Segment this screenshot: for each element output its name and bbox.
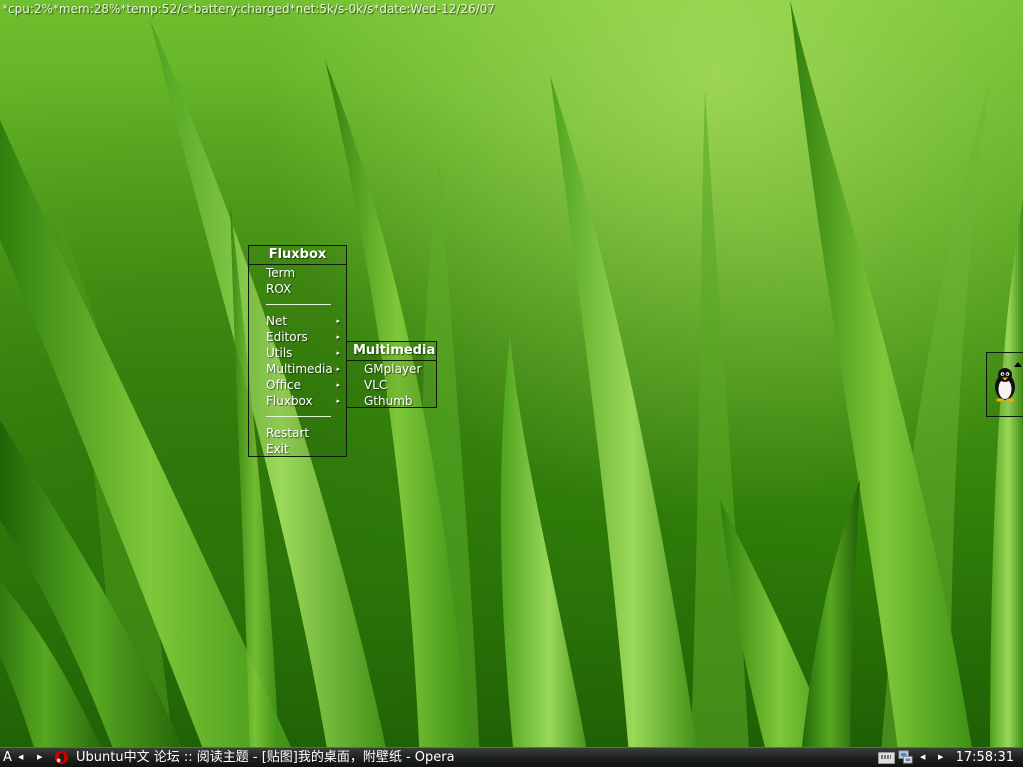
submenu-title: Multimedia (347, 342, 436, 361)
next-workspace-icon[interactable]: ▶ (37, 748, 42, 767)
fluxbox-toolbar: A ◀ ▶ Ubuntu中文 论坛 :: 阅读主题 - [贴图]我的桌面，附壁纸… (0, 747, 1023, 767)
menu-item-label: ROX (266, 282, 292, 296)
menu-item-rox[interactable]: ROX (249, 281, 346, 297)
menu-item-vlc[interactable]: VLC (347, 377, 436, 393)
menu-title: Fluxbox (249, 246, 346, 265)
clock: 17:58:31 (955, 750, 1014, 765)
submenu-arrow-icon: ▸ (336, 333, 340, 341)
multimedia-submenu: Multimedia GMplayer VLC Gthumb (346, 341, 437, 408)
keyboard-icon[interactable] (878, 752, 895, 764)
network-icon[interactable] (898, 749, 913, 764)
submenu-arrow-icon: ▸ (336, 317, 340, 325)
menu-item-gthumb[interactable]: Gthumb (347, 393, 436, 409)
menu-item-label: Fluxbox (266, 394, 313, 408)
menu-item-restart[interactable]: Restart (249, 425, 346, 441)
prev-workspace-icon[interactable]: ◀ (18, 748, 23, 767)
system-monitor-text: *cpu:2%*mem:28%*temp:52/c*battery:charge… (2, 2, 495, 16)
fluxbox-root-menu: Fluxbox Term ROX Net ▸ Editors ▸ Utils ▸ Mu… (248, 245, 347, 457)
menu-separator (249, 409, 346, 425)
menu-item-exit[interactable]: Exit (249, 441, 346, 457)
menu-item-gmplayer[interactable]: GMplayer (347, 361, 436, 377)
menu-item-editors[interactable]: Editors ▸ (249, 329, 346, 345)
menu-item-office[interactable]: Office ▸ (249, 377, 346, 393)
menu-item-label: Utils (266, 346, 293, 360)
slit-dock (986, 352, 1023, 417)
menu-item-label: Restart (266, 426, 310, 440)
menu-item-label: Net (266, 314, 288, 328)
grass-wallpaper (0, 0, 1023, 767)
menu-item-label: Term (266, 266, 296, 280)
menu-item-label: Editors (266, 330, 308, 344)
penguin-icon[interactable] (991, 366, 1019, 402)
menu-separator (249, 297, 346, 313)
menu-item-net[interactable]: Net ▸ (249, 313, 346, 329)
menu-item-fluxbox[interactable]: Fluxbox ▸ (249, 393, 346, 409)
opera-icon[interactable] (54, 750, 69, 765)
menu-item-utils[interactable]: Utils ▸ (249, 345, 346, 361)
workspace-name[interactable]: A (3, 748, 12, 767)
submenu-arrow-icon: ▸ (336, 397, 340, 405)
menu-item-multimedia[interactable]: Multimedia ▸ (249, 361, 346, 377)
menu-item-label: Multimedia (266, 362, 333, 376)
menu-item-term[interactable]: Term (249, 265, 346, 281)
task-button-opera[interactable]: Ubuntu中文 论坛 :: 阅读主题 - [贴图]我的桌面，附壁纸 - Ope… (76, 748, 455, 767)
submenu-arrow-icon: ▸ (336, 381, 340, 389)
next-window-icon[interactable]: ▶ (938, 748, 943, 767)
submenu-arrow-icon: ▸ (336, 349, 340, 357)
menu-item-label: Exit (266, 442, 289, 456)
prev-window-icon[interactable]: ◀ (920, 748, 925, 767)
submenu-arrow-icon: ▸ (336, 365, 340, 373)
menu-item-label: Office (266, 378, 302, 392)
